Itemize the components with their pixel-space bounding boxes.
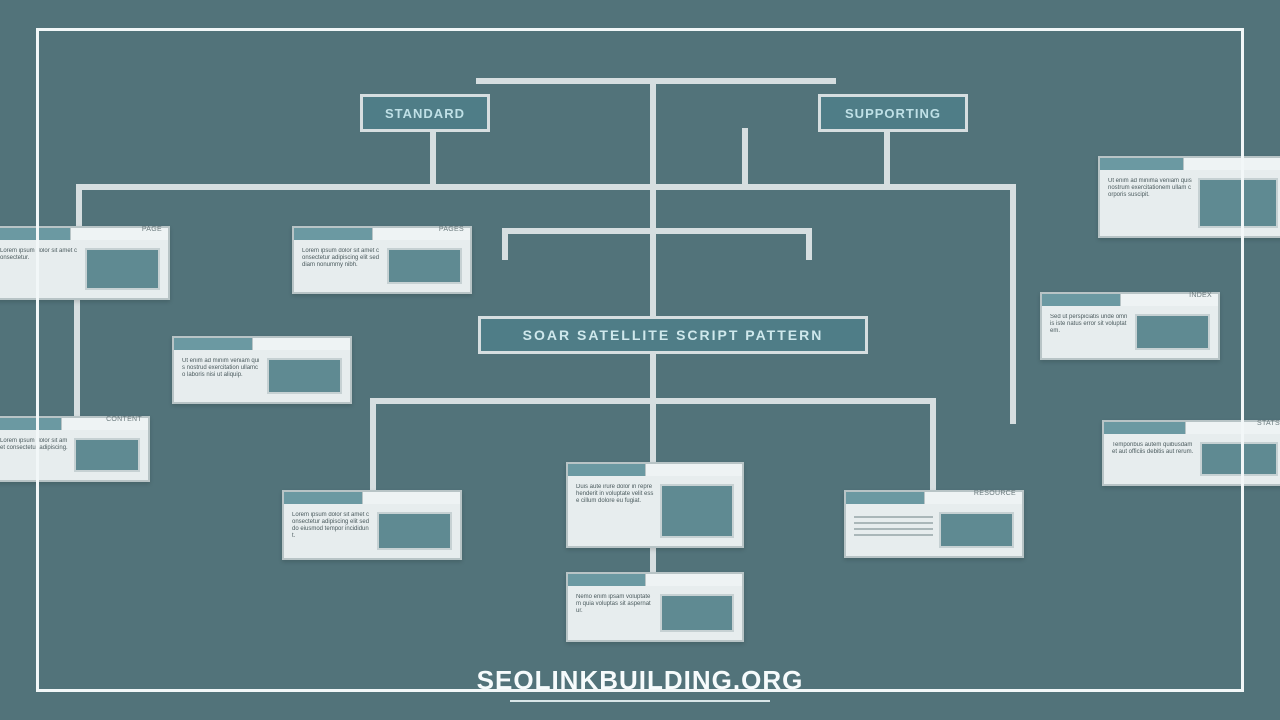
card-10-title: INDEX [1189, 292, 1212, 299]
connector [1010, 184, 1016, 424]
card-6: Duis aute irure dolor in reprehenderit i… [566, 462, 744, 548]
thumbnail-icon [267, 358, 342, 394]
connector [806, 228, 812, 260]
card-9-text: Ut enim ad minima veniam quis nostrum ex… [1108, 178, 1192, 228]
card-2: PAGES Lorem ipsum dolor sit amet consect… [292, 226, 472, 294]
center-title-text: SOAR SATELLITE SCRIPT PATTERN [523, 327, 824, 343]
thumbnail-icon [660, 594, 734, 632]
card-3: Ut enim ad minim veniam quis nostrud exe… [172, 336, 352, 404]
card-2-text: Lorem ipsum dolor sit amet consectetur a… [302, 248, 381, 284]
card-7-title: RESOURCE [974, 490, 1016, 497]
top-label-left: STANDARD [360, 94, 490, 132]
connector [650, 354, 656, 402]
thumbnail-icon [1200, 442, 1278, 476]
card-4: CONTENT Lorem ipsum dolor sit amet conse… [0, 416, 150, 482]
thumbnail-icon [74, 438, 140, 472]
card-1-text: Lorem ipsum dolor sit amet consectetur. [0, 248, 79, 290]
connector [370, 398, 376, 490]
card-4-title: CONTENT [106, 416, 142, 423]
thumbnail-icon [939, 512, 1014, 548]
card-11-title: STATS [1257, 420, 1280, 427]
top-label-right-text: SUPPORTING [845, 106, 941, 121]
card-4-text: Lorem ipsum dolor sit amet consectetur a… [0, 438, 68, 472]
connector [884, 128, 890, 184]
card-7: RESOURCE [844, 490, 1024, 558]
card-1-title: PAGE [142, 226, 162, 233]
center-title-bar: SOAR SATELLITE SCRIPT PATTERN [478, 316, 868, 354]
footer-site: SEOLINKBUILDING.ORG [477, 665, 804, 696]
top-label-right: SUPPORTING [818, 94, 968, 132]
card-8: Nemo enim ipsam voluptatem quia voluptas… [566, 572, 744, 642]
connector [742, 128, 748, 188]
connector [650, 398, 656, 464]
connector [650, 78, 656, 318]
card-2-title: PAGES [439, 226, 464, 233]
thumbnail-icon [387, 248, 462, 284]
card-3-text: Ut enim ad minim veniam quis nostrud exe… [182, 358, 261, 394]
top-label-left-text: STANDARD [385, 106, 465, 121]
footer-underline [510, 700, 770, 702]
card-9: Ut enim ad minima veniam quis nostrum ex… [1098, 156, 1280, 238]
card-5: Lorem ipsum dolor sit amet consectetur a… [282, 490, 462, 560]
card-10: INDEX Sed ut perspiciatis unde omnis ist… [1040, 292, 1220, 360]
connector [76, 184, 82, 232]
thumbnail-icon [1135, 314, 1210, 350]
card-7-lines [854, 512, 933, 548]
connector [930, 398, 936, 490]
connector [502, 228, 508, 260]
card-8-text: Nemo enim ipsam voluptatem quia voluptas… [576, 594, 654, 632]
thumbnail-icon [1198, 178, 1278, 228]
card-1: PAGE Lorem ipsum dolor sit amet consecte… [0, 226, 170, 300]
connector [74, 296, 80, 420]
card-11: STATS Temporibus autem quibusdam et aut … [1102, 420, 1280, 486]
card-11-text: Temporibus autem quibusdam et aut offici… [1112, 442, 1194, 476]
thumbnail-icon [377, 512, 452, 550]
connector [502, 228, 812, 234]
connector [476, 78, 836, 84]
card-6-text: Duis aute irure dolor in reprehenderit i… [576, 484, 654, 538]
card-10-text: Sed ut perspiciatis unde omnis iste natu… [1050, 314, 1129, 350]
thumbnail-icon [660, 484, 734, 538]
card-5-text: Lorem ipsum dolor sit amet consectetur a… [292, 512, 371, 550]
connector [76, 184, 1016, 190]
thumbnail-icon [85, 248, 160, 290]
connector [430, 128, 436, 184]
